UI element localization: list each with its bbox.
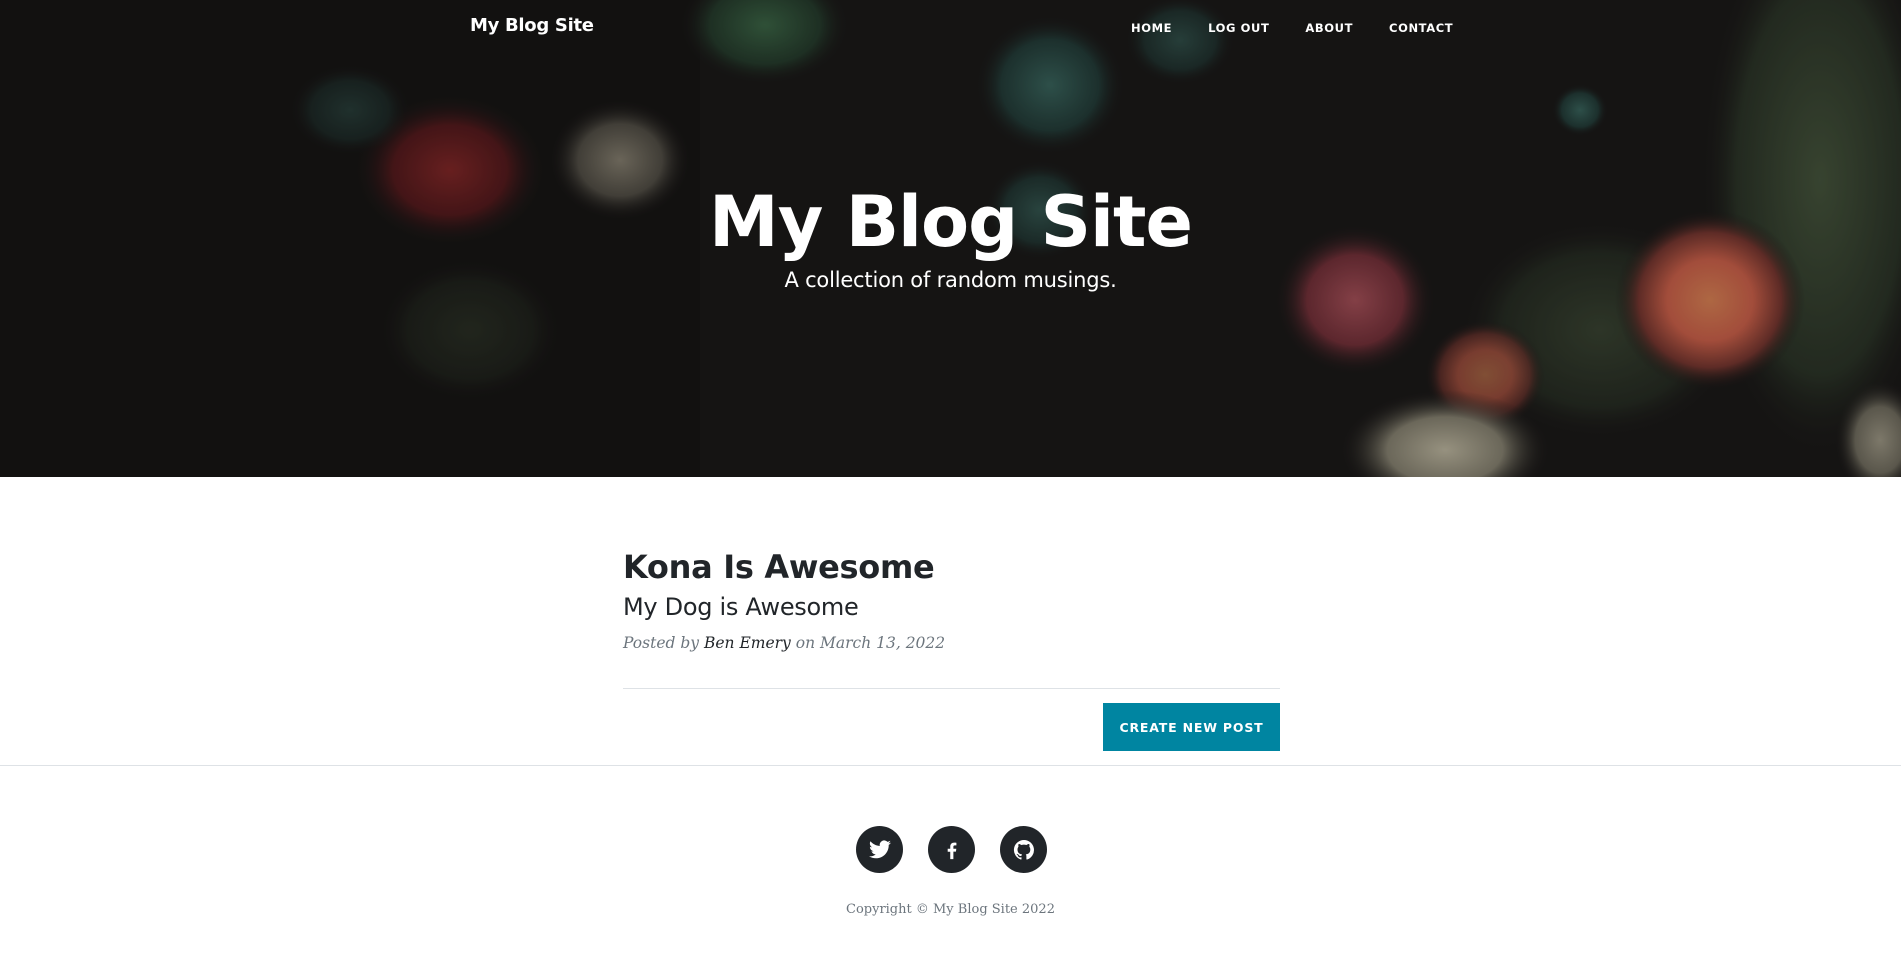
main-navbar: My Blog Site HOME LOG OUT ABOUT CONTACT [0, 0, 1901, 56]
nav-links: HOME LOG OUT ABOUT CONTACT [1131, 21, 1453, 35]
page-header: My Blog Site HOME LOG OUT ABOUT CONTACT … [0, 0, 1901, 477]
post-preview[interactable]: Kona Is Awesome My Dog is Awesome Posted… [623, 547, 1280, 655]
post-meta-prefix: Posted by [623, 634, 700, 652]
post-divider [623, 688, 1280, 689]
main-content: Kona Is Awesome My Dog is Awesome Posted… [0, 477, 1901, 766]
site-subtitle: A collection of random musings. [784, 268, 1117, 292]
site-title: My Blog Site [709, 181, 1193, 263]
github-link[interactable] [1000, 826, 1047, 873]
post-date: March 13, 2022 [820, 634, 946, 652]
twitter-link[interactable] [856, 826, 903, 873]
site-heading: My Blog Site A collection of random musi… [0, 180, 1901, 296]
nav-contact-link[interactable]: CONTACT [1389, 21, 1453, 35]
post-title[interactable]: Kona Is Awesome [623, 547, 1280, 587]
page-footer: Copyright © My Blog Site 2022 [0, 766, 1901, 954]
facebook-icon [947, 842, 956, 859]
post-meta-on: on [795, 634, 816, 652]
post-author-link[interactable]: Ben Emery [704, 634, 791, 652]
nav-logout-link[interactable]: LOG OUT [1208, 21, 1269, 35]
facebook-link[interactable] [928, 826, 975, 873]
copyright-text: Copyright © My Blog Site 2022 [846, 902, 1055, 917]
brand-link[interactable]: My Blog Site [470, 15, 594, 36]
post-subtitle[interactable]: My Dog is Awesome [623, 591, 1280, 623]
twitter-icon [868, 839, 891, 858]
nav-about-link[interactable]: ABOUT [1305, 21, 1353, 35]
github-icon [1013, 839, 1034, 860]
nav-home-link[interactable]: HOME [1131, 21, 1172, 35]
create-new-post-button[interactable]: CREATE NEW POST [1103, 703, 1280, 751]
post-meta: Posted by Ben Emery on March 13, 2022 [623, 631, 1280, 655]
social-links [856, 826, 1047, 873]
